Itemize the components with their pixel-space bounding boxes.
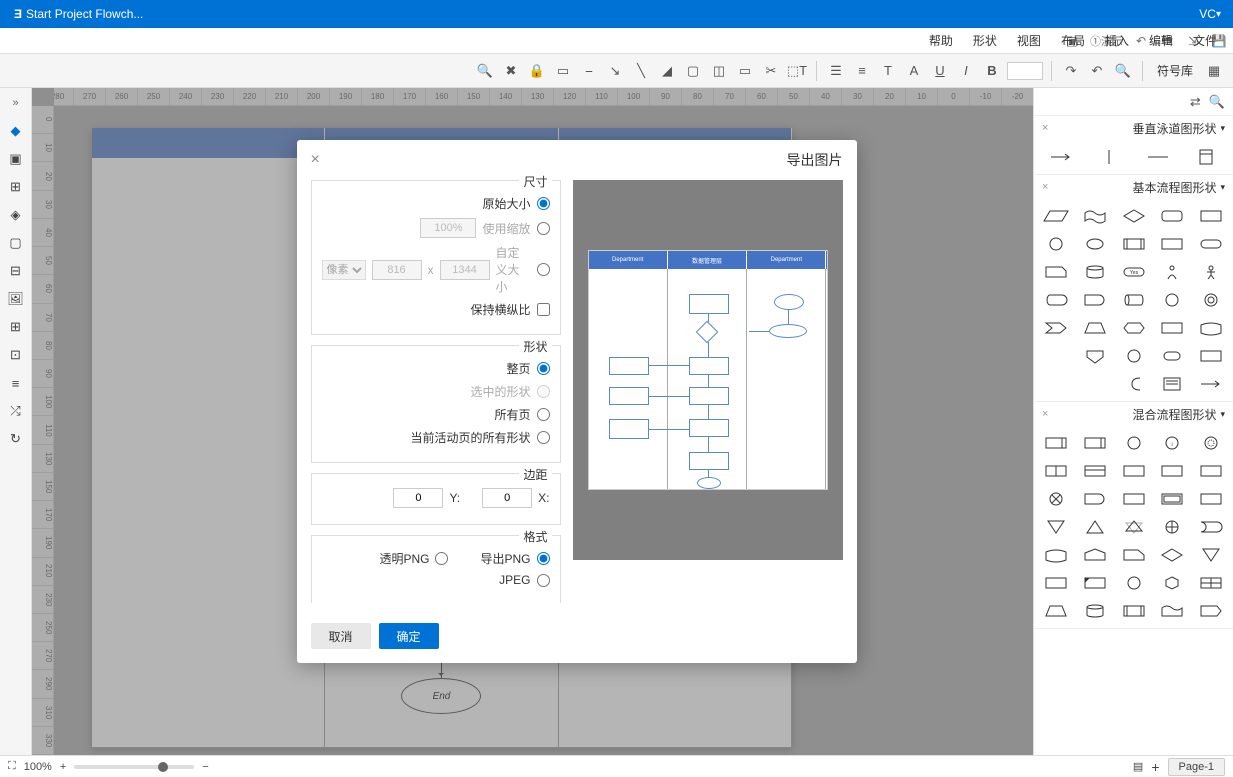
original-size-radio[interactable] xyxy=(537,197,550,210)
export-image-dialog: 导出图片 × Department数据管理层Department xyxy=(297,140,857,663)
ok-button[interactable]: 确定 xyxy=(379,623,439,649)
margin-legend: 边距 xyxy=(519,466,551,483)
custom-size-radio[interactable] xyxy=(537,263,550,276)
allpages-label: 所有页 xyxy=(494,406,530,423)
dialog-title: 导出图片 xyxy=(787,150,843,170)
unit-select[interactable]: 像素 xyxy=(322,260,366,280)
keep-ratio-label: 保持横纵比 xyxy=(470,301,530,318)
transparent-png-radio[interactable] xyxy=(435,552,448,565)
size-fieldset: 尺寸 原始大小 使用缩放 自定义大小 x 像素 保持横纵比 xyxy=(311,180,561,335)
height-input[interactable] xyxy=(372,260,422,280)
currentpage-label: 当前活动页的所有形状 xyxy=(410,429,530,446)
keep-ratio-checkbox[interactable] xyxy=(537,303,550,316)
png-label: 导出PNG xyxy=(480,550,530,567)
modal-backdrop: 导出图片 × Department数据管理层Department xyxy=(0,0,1233,777)
jpeg-radio[interactable] xyxy=(537,574,550,587)
fullpage-label: 整页 xyxy=(506,360,530,377)
size-legend: 尺寸 xyxy=(519,173,551,190)
transparent-png-label: 透明PNG xyxy=(379,550,429,567)
margin-fieldset: 边距 X: Y: xyxy=(311,473,561,525)
export-preview: Department数据管理层Department xyxy=(573,180,843,560)
close-icon[interactable]: × xyxy=(311,151,320,169)
allpages-radio[interactable] xyxy=(537,408,550,421)
shape-fieldset: 形状 整页 选中的形状 所有页 当前活动页的所有形状 xyxy=(311,345,561,463)
selected-radio[interactable] xyxy=(537,385,550,398)
selected-label: 选中的形状 xyxy=(470,383,530,400)
zoom-input[interactable] xyxy=(420,218,476,238)
original-size-label: 原始大小 xyxy=(482,195,530,212)
zoom-radio[interactable] xyxy=(537,222,550,235)
shape-legend: 形状 xyxy=(519,338,551,355)
format-fieldset: 格式 导出PNG 透明PNG JPEG xyxy=(311,535,561,603)
y-input[interactable] xyxy=(393,488,443,508)
width-input[interactable] xyxy=(440,260,490,280)
x-input[interactable] xyxy=(482,488,532,508)
currentpage-radio[interactable] xyxy=(537,431,550,444)
cancel-button[interactable]: 取消 xyxy=(311,623,371,649)
format-legend: 格式 xyxy=(519,528,551,545)
y-label: Y: xyxy=(449,491,460,505)
x-label: X: xyxy=(538,491,549,505)
zoom-label: 使用缩放 xyxy=(482,220,530,237)
custom-size-label: 自定义大小 xyxy=(496,244,531,295)
fullpage-radio[interactable] xyxy=(537,362,550,375)
png-radio[interactable] xyxy=(537,552,550,565)
jpeg-label: JPEG xyxy=(499,573,530,587)
